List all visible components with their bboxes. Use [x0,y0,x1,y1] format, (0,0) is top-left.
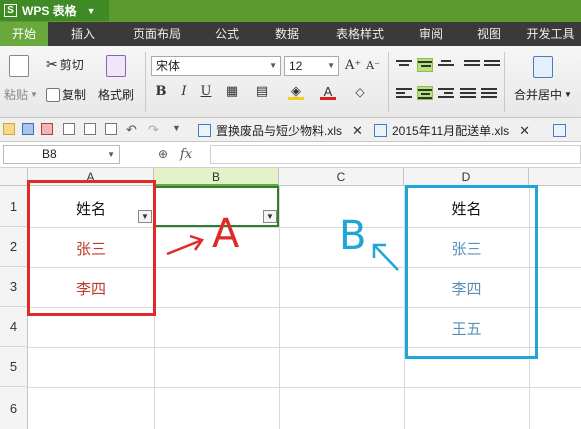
arrow-up-left-icon [372,243,399,271]
annotation-label-b: B [339,213,367,259]
annotation-arrows [166,234,399,271]
annotation-label-a: A [212,211,240,257]
arrow-right-icon [166,234,204,256]
